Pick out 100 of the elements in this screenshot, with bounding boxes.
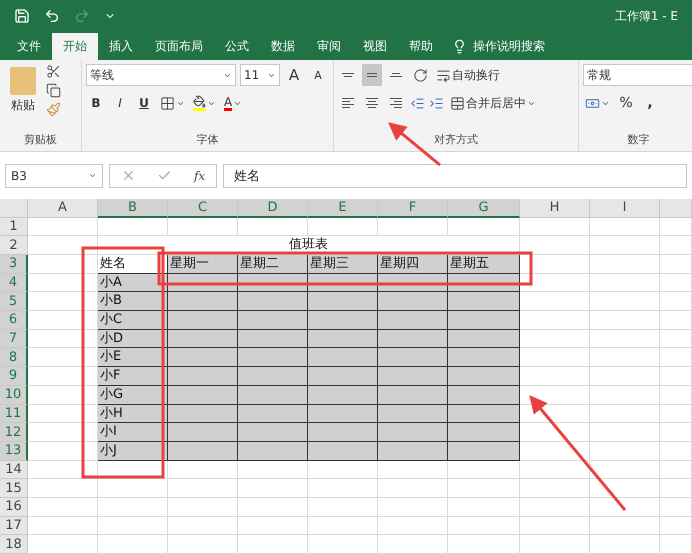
sheet-cell[interactable] [590,498,660,517]
table-cell[interactable] [378,330,448,348]
sheet-cell[interactable] [660,236,692,255]
sheet-cell[interactable] [308,516,378,536]
sheet-cell[interactable] [660,218,692,236]
sheet-cell[interactable] [660,535,692,554]
table-cell[interactable] [448,330,520,348]
column-header[interactable]: A [28,198,98,218]
sheet-cell[interactable] [98,218,168,236]
sheet-cell[interactable] [378,460,448,480]
sheet-cell[interactable] [520,423,590,442]
sheet-cell[interactable] [308,479,378,498]
sheet-cell[interactable] [590,516,660,536]
sheet-cell[interactable] [98,498,168,517]
sheet-cell[interactable] [660,442,692,461]
sheet-cell[interactable] [448,498,520,517]
sheet-cell[interactable] [590,274,660,292]
sheet-cell[interactable] [378,218,448,236]
undo-icon[interactable] [44,8,60,24]
table-cell[interactable] [308,404,378,424]
decrease-indent-icon[interactable] [410,96,425,111]
row-header[interactable]: 11 [0,404,28,424]
ribbon-tab[interactable]: 帮助 [398,33,444,60]
sheet-cell[interactable] [308,218,378,236]
sheet-cell[interactable] [238,535,308,554]
table-cell[interactable] [168,348,238,368]
percent-button[interactable]: % [616,92,636,114]
row-header[interactable]: 18 [0,535,28,554]
ribbon-tab[interactable]: 页面布局 [144,33,214,60]
sheet-cell[interactable] [590,330,660,348]
sheet-cell[interactable] [590,423,660,442]
sheet-cell[interactable] [238,516,308,536]
number-format-field[interactable]: 常规 [583,64,692,86]
sheet-cell[interactable] [448,516,520,536]
table-cell[interactable] [238,330,308,348]
font-size-field[interactable]: 11 [240,64,280,86]
insert-function-button[interactable]: fx [194,168,206,183]
sheet-cell[interactable] [238,460,308,480]
paste-button[interactable]: 粘贴 [4,67,42,114]
sheet-cell[interactable] [660,330,692,348]
sheet-cell[interactable] [378,516,448,536]
merge-center-button[interactable]: 合并后居中 [448,92,538,114]
column-header[interactable]: G [448,198,520,218]
increase-indent-icon[interactable] [429,96,444,111]
sheet-cell[interactable] [520,535,590,554]
row-header[interactable]: 1 [0,218,28,236]
sheet-cell[interactable] [238,479,308,498]
sheet-cell[interactable] [590,348,660,368]
ribbon-tab[interactable]: 视图 [352,33,398,60]
column-header[interactable]: H [520,198,590,218]
sheet-cell[interactable] [660,274,692,292]
sheet-cell[interactable] [448,460,520,480]
underline-button[interactable]: U [134,92,154,114]
column-header[interactable]: B [98,198,168,218]
table-cell[interactable] [238,442,308,461]
sheet-cell[interactable] [590,292,660,312]
table-cell[interactable] [308,442,378,461]
sheet-cell[interactable] [28,348,98,368]
cut-icon[interactable] [46,64,61,80]
ribbon-tab[interactable]: 数据 [260,33,306,60]
sheet-cell[interactable] [448,535,520,554]
wrap-text-button[interactable]: 自动换行 [434,64,502,86]
sheet-cell[interactable] [520,218,590,236]
sheet-cell[interactable] [28,498,98,517]
sheet-cell[interactable] [520,460,590,480]
sheet-cell[interactable] [520,236,590,255]
sheet-cell[interactable] [28,218,98,236]
sheet-cell[interactable] [660,292,692,312]
table-cell[interactable] [378,442,448,461]
table-cell[interactable] [448,386,520,404]
sheet-cell[interactable] [660,386,692,404]
formula-input[interactable]: 姓名 [223,164,687,188]
table-cell[interactable] [168,330,238,348]
sheet-cell[interactable] [168,535,238,554]
sheet-cell[interactable] [660,367,692,386]
row-header[interactable]: 12 [0,423,28,442]
ribbon-tab[interactable]: 审阅 [306,33,352,60]
sheet-cell[interactable] [520,330,590,348]
ribbon-tab[interactable]: 公式 [214,33,260,60]
sheet-cell[interactable] [590,367,660,386]
table-cell[interactable] [308,292,378,312]
table-cell[interactable] [168,423,238,442]
sheet-cell[interactable] [520,274,590,292]
row-header[interactable]: 15 [0,479,28,498]
row-header[interactable]: 8 [0,348,28,368]
sheet-cell[interactable] [660,423,692,442]
row-header[interactable]: 10 [0,386,28,404]
sheet-cell[interactable] [590,404,660,424]
sheet-cell[interactable] [590,311,660,330]
sheet-cell[interactable] [660,404,692,424]
sheet-cell[interactable] [660,498,692,517]
sheet-cell[interactable] [660,460,692,480]
row-header[interactable]: 9 [0,367,28,386]
sheet-cell[interactable] [590,255,660,274]
font-color-button[interactable]: A [222,92,244,114]
name-box[interactable]: B3 [5,164,103,188]
sheet-cell[interactable] [168,460,238,480]
sheet-cell[interactable] [28,311,98,330]
table-cell[interactable] [168,386,238,404]
sheet-cell[interactable] [28,535,98,554]
